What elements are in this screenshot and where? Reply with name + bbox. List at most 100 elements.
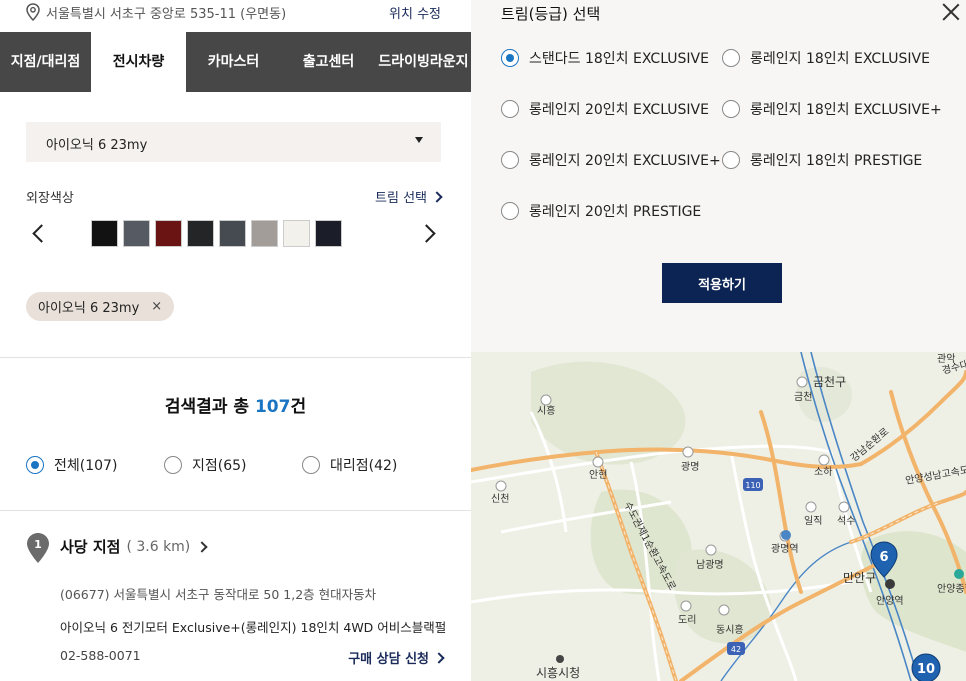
color-swatch[interactable] [219,220,246,247]
color-swatch[interactable] [155,220,182,247]
category-tabs: 지점/대리점 전시차량 카마스터 출고센터 드라이빙라운지 [0,32,471,92]
result-prefix: 검색결과 총 [165,397,255,417]
swatch-prev-button[interactable] [26,221,50,247]
color-swatch[interactable] [283,220,310,247]
tab-branches[interactable]: 지점/대리점 [0,32,91,92]
svg-text:소하: 소하 [814,465,832,478]
svg-text:광명: 광명 [681,461,699,473]
map-canvas: 110 42 수도권제1순환고속도로 강남순환로 안양성남고속도로 경수대로 금 [471,352,966,681]
color-swatch[interactable] [123,220,150,247]
map-marker-10[interactable]: 10 [912,654,940,681]
filter-all-radio[interactable]: 전체(107) [26,455,117,475]
chip-label: 아이오닉 6 23my [38,297,139,316]
selected-filter-chip: 아이오닉 6 23my × [26,292,174,321]
trim-option-label: 롱레인지 20인치 EXCLUSIVE+ [529,150,721,170]
result-suffix: 건 [290,397,306,417]
dealer-map[interactable]: 110 42 수도권제1순환고속도로 강남순환로 안양성남고속도로 경수대로 금 [471,352,966,681]
filter-all-label: 전체(107) [54,455,117,475]
color-swatch-list [91,220,342,247]
store-name: 사당 지점 [60,536,120,557]
trim-option[interactable]: 롱레인지 20인치 PRESTIGE [501,201,701,221]
chip-remove-icon[interactable]: × [151,299,162,314]
dealer-search-panel: 서울특별시 서초구 중앙로 535-11 (우면동) 위치 수정 지점/대리점 … [0,0,471,681]
address-bar: 서울특별시 서초구 중앙로 535-11 (우면동) 위치 수정 [0,0,471,32]
model-select-value: 아이오닉 6 23my [46,134,147,153]
trim-option[interactable]: 스탠다드 18인치 EXCLUSIVE [501,48,709,68]
trim-option-label: 스탠다드 18인치 EXCLUSIVE [529,48,709,68]
trim-option[interactable]: 롱레인지 20인치 EXCLUSIVE [501,99,709,119]
filter-dealer-radio[interactable]: 대리점(42) [302,455,397,475]
radio-indicator [164,456,182,474]
svg-text:도리: 도리 [678,614,696,626]
store-index: 1 [34,538,42,551]
result-summary: 검색결과 총 107건 [0,392,471,417]
apply-button[interactable]: 적용하기 [662,263,782,303]
color-swatch[interactable] [91,220,118,247]
chevron-left-icon [32,224,50,242]
store-name-link[interactable]: 사당 지점 ( 3.6 km) [60,536,206,557]
store-address: (06677) 서울특별시 서초구 동작대로 50 1,2층 현대자동차 [60,584,376,603]
trim-select-panel: 트림(등급) 선택 스탠다드 18인치 EXCLUSIVE 롱레인지 18인치 … [471,0,966,352]
chevron-right-icon [197,541,208,552]
trim-option[interactable]: 롱레인지 18인치 PRESTIGE [722,150,922,170]
svg-text:석수: 석수 [837,515,855,527]
color-swatch[interactable] [315,220,342,247]
svg-text:남광명: 남광명 [696,559,724,571]
tab-driving-lounges[interactable]: 드라이빙라운지 [376,32,471,92]
svg-text:동시흥: 동시흥 [716,623,744,636]
radio-indicator [501,100,519,118]
color-swatch[interactable] [187,220,214,247]
svg-text:만안구: 만안구 [843,571,876,585]
svg-text:금천구: 금천구 [813,374,846,389]
route-42-shield: 42 [727,642,745,655]
route-110-shield: 110 [743,478,763,491]
svg-text:안양역: 안양역 [876,595,904,607]
store-phone: 02-588-0071 [60,648,141,663]
trim-select-link[interactable]: 트림 선택 [375,187,441,206]
svg-text:시흥시청: 시흥시청 [536,666,580,680]
consult-label: 구매 상담 신청 [348,648,429,667]
radio-indicator [722,151,740,169]
radio-indicator [722,49,740,67]
edit-location-link[interactable]: 위치 수정 [389,3,441,22]
svg-text:안양종합운동장: 안양종합운동장 [937,583,966,595]
radio-indicator [501,202,519,220]
svg-text:금천: 금천 [794,391,812,403]
radio-indicator [302,456,320,474]
color-swatch[interactable] [251,220,278,247]
model-select[interactable]: 아이오닉 6 23my [26,122,441,162]
svg-text:6: 6 [879,550,888,565]
radio-indicator [501,49,519,67]
trim-option-label: 롱레인지 20인치 EXCLUSIVE [529,99,709,119]
svg-text:10: 10 [917,662,935,677]
chevron-right-icon [433,652,444,663]
result-count: 107 [255,397,291,417]
store-distance: ( 3.6 km) [126,539,190,555]
store-index-pin-icon: 1 [26,532,50,564]
divider [0,510,471,511]
trim-option[interactable]: 롱레인지 18인치 EXCLUSIVE+ [722,99,942,119]
store-vehicle: 아이오닉 6 전기모터 Exclusive+(롱레인지) 18인치 4WD 어비… [60,617,446,636]
svg-text:42: 42 [731,645,741,654]
chevron-right-icon [431,191,442,202]
svg-text:광명역: 광명역 [771,543,799,555]
radio-indicator [26,456,44,474]
filter-branch-radio[interactable]: 지점(65) [164,455,247,475]
close-icon[interactable] [941,2,961,22]
trim-option[interactable]: 롱레인지 20인치 EXCLUSIVE+ [501,150,721,170]
result-type-filter: 전체(107) 지점(65) 대리점(42) [26,455,446,475]
chevron-right-icon [417,224,435,242]
tab-car-masters[interactable]: 카마스터 [186,32,281,92]
location-pin-icon [26,3,40,21]
purchase-consult-link[interactable]: 구매 상담 신청 [348,648,443,667]
swatch-next-button[interactable] [418,221,442,247]
trim-select-label: 트림 선택 [375,187,427,206]
divider [0,357,471,358]
trim-option[interactable]: 롱레인지 18인치 EXCLUSIVE [722,48,930,68]
tab-delivery-centers[interactable]: 출고센터 [281,32,376,92]
trim-option-label: 롱레인지 20인치 PRESTIGE [529,201,701,221]
trim-option-label: 롱레인지 18인치 PRESTIGE [750,150,922,170]
svg-text:신천: 신천 [491,493,509,505]
radio-indicator [501,151,519,169]
tab-display-vehicles[interactable]: 전시차량 [91,32,186,92]
